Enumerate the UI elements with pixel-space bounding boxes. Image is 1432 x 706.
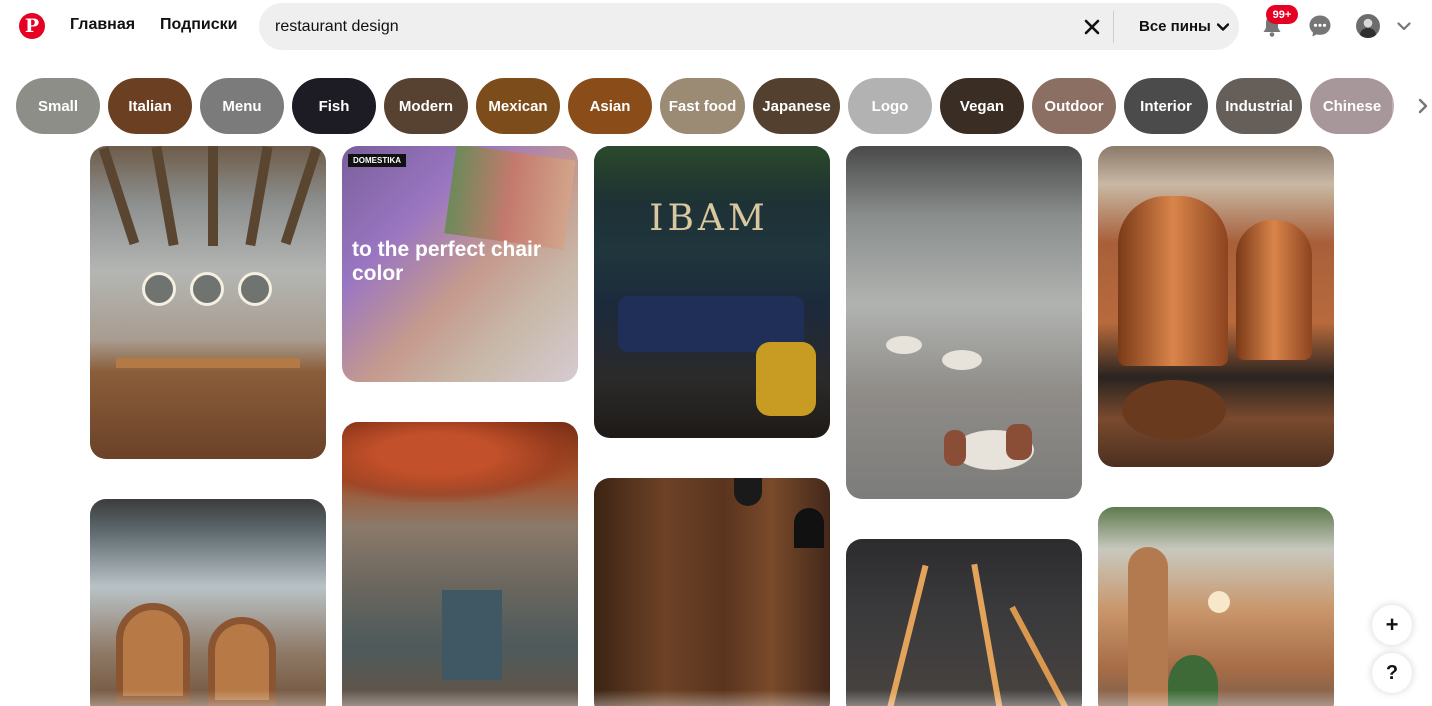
search-divider (1113, 11, 1114, 43)
chip-chinese[interactable]: Chinese (1310, 78, 1394, 134)
arched-panel (1128, 547, 1168, 706)
copper-oven (1118, 196, 1228, 366)
scope-dropdown[interactable]: Все пины (1139, 18, 1229, 35)
globe-lamp (1208, 591, 1230, 613)
wood-beam (208, 146, 218, 246)
wood-beam (280, 146, 322, 246)
pin-wood-wall[interactable] (594, 478, 830, 706)
pin-overlay-text: to the perfect chair color (352, 238, 542, 285)
round-mirror (190, 272, 224, 306)
chip-interior[interactable]: Interior (1124, 78, 1208, 134)
search-bar: Все пины (259, 3, 1239, 50)
chip-japanese[interactable]: Japanese (753, 78, 840, 134)
bottom-shade (0, 690, 1432, 706)
copper-oven (1236, 220, 1312, 360)
round-table (886, 336, 922, 354)
pin-concrete-cafe[interactable] (846, 146, 1082, 499)
nav-following[interactable]: Подписки (160, 16, 237, 34)
wood-beam (98, 146, 140, 246)
pin-linear-lights[interactable] (846, 539, 1082, 706)
pin-arch-plants[interactable] (1098, 507, 1334, 706)
chip-vegan[interactable]: Vegan (940, 78, 1024, 134)
wood-beam (151, 146, 179, 247)
wood-beam (245, 146, 273, 247)
chevron-down-icon (1216, 22, 1229, 31)
chip-outdoor[interactable]: Outdoor (1032, 78, 1116, 134)
chip-menu[interactable]: Menu (200, 78, 284, 134)
vanity-counter (116, 358, 300, 368)
close-icon[interactable] (1081, 16, 1103, 38)
wall-sign: IBAM (649, 198, 769, 239)
hanging-plants (594, 146, 830, 206)
pod-booth (116, 603, 190, 703)
pin-chair-color[interactable]: DOMESTIKA to the perfect chair color (342, 146, 578, 382)
nav-home[interactable]: Главная (70, 16, 135, 34)
chip-modern[interactable]: Modern (384, 78, 468, 134)
booth-seat (442, 590, 502, 680)
chat-icon[interactable] (1307, 13, 1333, 39)
chip-logo[interactable]: Logo (848, 78, 932, 134)
help-button[interactable]: ? (1372, 653, 1412, 693)
chevron-right-icon[interactable] (1413, 96, 1432, 116)
yellow-chair (756, 342, 816, 416)
pendant-lamp (794, 508, 824, 548)
autumn-foliage (342, 422, 578, 502)
chair (944, 430, 966, 466)
chair (1006, 424, 1032, 460)
color-swatches (444, 146, 576, 250)
pin-copper-ovens[interactable] (1098, 146, 1334, 467)
pinterest-logo[interactable]: P (19, 13, 45, 39)
chip-mexican[interactable]: Mexican (476, 78, 560, 134)
chip-industrial[interactable]: Industrial (1216, 78, 1302, 134)
round-table (942, 350, 982, 370)
pin-autumn-dining[interactable] (342, 422, 578, 706)
firewood-stack (1122, 380, 1226, 440)
pin-restroom-sinks[interactable] (90, 146, 326, 459)
pin-pod-booths[interactable] (90, 499, 326, 706)
header: P Главная Подписки Все пины 99+ (0, 0, 1432, 54)
linear-light (971, 563, 1007, 706)
search-suggestions: Small Italian Menu Fish Modern Mexican A… (16, 78, 1396, 134)
linear-light (881, 564, 929, 706)
avatar[interactable] (1356, 14, 1380, 38)
notification-badge: 99+ (1266, 5, 1298, 24)
search-input[interactable] (275, 16, 1055, 38)
brand-tag: DOMESTIKA (348, 154, 406, 167)
chip-small[interactable]: Small (16, 78, 100, 134)
chip-asian[interactable]: Asian (568, 78, 652, 134)
chip-fast-food[interactable]: Fast food (660, 78, 745, 134)
chip-fish[interactable]: Fish (292, 78, 376, 134)
chip-italian[interactable]: Italian (108, 78, 192, 134)
chevron-down-icon[interactable] (1391, 13, 1417, 39)
pin-ibam-lounge[interactable]: IBAM (594, 146, 830, 438)
round-mirror (142, 272, 176, 306)
pendant-lamp (734, 478, 762, 506)
scope-label: Все пины (1139, 18, 1211, 35)
round-mirror (238, 272, 272, 306)
add-button[interactable]: + (1372, 605, 1412, 645)
